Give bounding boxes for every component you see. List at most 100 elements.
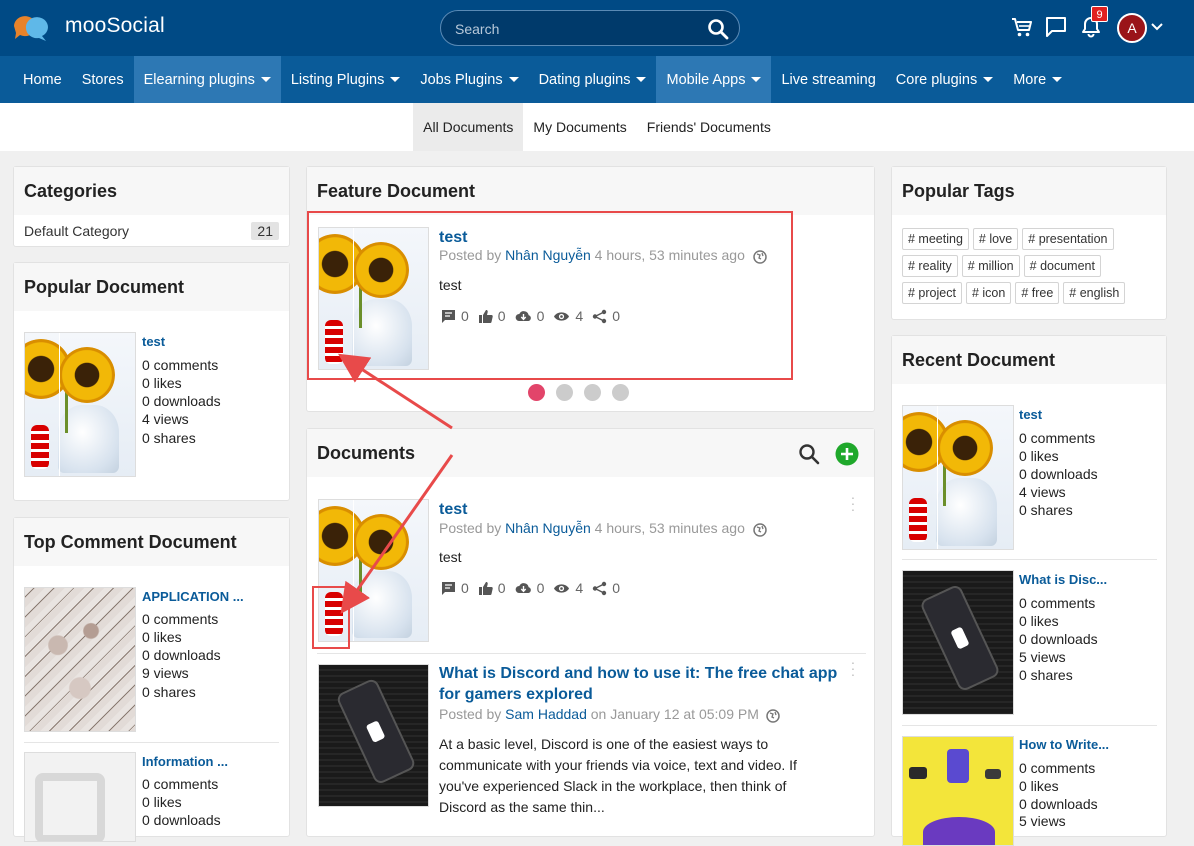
post-time: on January 12 at 05:09 PM (590, 706, 759, 722)
tag-chip[interactable]: # reality (902, 255, 958, 277)
carousel-dot[interactable] (612, 384, 629, 401)
tab-friends-documents[interactable]: Friends' Documents (637, 103, 781, 151)
messages-icon[interactable] (1045, 16, 1067, 38)
nav-label: Core plugins (895, 71, 978, 88)
cloud-download-icon[interactable] (515, 581, 532, 596)
tag-chip[interactable]: # free (1015, 282, 1060, 304)
nav-label: Stores (81, 71, 124, 88)
description-line: Discord as the same thin... (439, 799, 605, 815)
downloads-count: 0 downloads (142, 393, 221, 409)
document-thumbnail[interactable] (902, 570, 1014, 715)
user-avatar[interactable]: A (1117, 13, 1147, 43)
document-thumbnail[interactable] (24, 332, 136, 477)
comments-count: 0 comments (142, 357, 219, 373)
nav-item-core-plugins[interactable]: Core plugins (886, 56, 1003, 103)
panel-title: Top Comment Document (14, 518, 289, 566)
caret-down-icon (1052, 77, 1063, 82)
posted-by-prefix: Posted by (439, 520, 502, 536)
nav-item-home[interactable]: Home (0, 56, 72, 103)
share-icon[interactable] (592, 581, 607, 596)
more-options-icon[interactable]: · · · (850, 655, 856, 681)
nav-item-live-streaming[interactable]: Live streaming (771, 56, 885, 103)
views-count: 4 views (1019, 484, 1066, 500)
author-link[interactable]: Sam Haddad (505, 706, 587, 722)
category-item[interactable]: Default Category 21 (24, 219, 279, 243)
brand-name[interactable]: mooSocial (65, 14, 165, 38)
nav-item-elearning-plugins[interactable]: Elearning plugins (133, 56, 281, 103)
document-link[interactable]: test (1019, 407, 1042, 422)
title-line[interactable]: for gamers explored (439, 684, 839, 705)
caret-down-icon (636, 77, 647, 82)
top-comment-document-panel: Top Comment Document APPLICATION ... 0 c… (13, 517, 290, 842)
search-box[interactable] (440, 10, 740, 46)
document-link[interactable]: Information ... (142, 754, 252, 769)
downloads-count: 0 downloads (1019, 631, 1098, 647)
cart-icon[interactable] (1011, 16, 1033, 38)
comments-count: 0 (461, 580, 469, 596)
thumbs-up-icon[interactable] (478, 581, 493, 596)
panel-title: Categories (14, 167, 289, 215)
document-link[interactable]: test (142, 334, 165, 349)
nav-label: Home (23, 71, 62, 88)
posted-by: Posted by Sam Haddad on January 12 at 05… (439, 706, 759, 722)
tag-chip[interactable]: # icon (965, 282, 1012, 304)
document-thumbnail[interactable] (902, 736, 1014, 846)
downloads-count: 0 downloads (142, 812, 221, 828)
views-count: 5 views (1019, 813, 1066, 829)
document-link[interactable]: What is Disc... (1019, 572, 1107, 587)
tag-chip[interactable]: # meeting (902, 228, 969, 250)
nav-item-listing-plugins[interactable]: Listing Plugins (281, 56, 411, 103)
tag-chip[interactable]: # project (902, 282, 962, 304)
caret-down-icon (751, 77, 762, 82)
comment-icon[interactable] (441, 581, 456, 596)
divider (902, 559, 1157, 560)
nav-item-stores[interactable]: Stores (72, 56, 134, 103)
nav-item-jobs-plugins[interactable]: Jobs Plugins (410, 56, 528, 103)
document-description: At a basic level, Discord is one of the … (439, 734, 839, 818)
document-link[interactable]: How to Write... (1019, 737, 1109, 752)
tag-chip[interactable]: # presentation (1022, 228, 1114, 250)
carousel-dot-active[interactable] (528, 384, 545, 401)
divider (24, 742, 279, 743)
tag-chip[interactable]: # document (1023, 255, 1101, 277)
tag-chip[interactable]: # love (972, 228, 1019, 250)
posted-by-prefix: Posted by (439, 706, 502, 722)
shares-count: 0 (612, 580, 620, 596)
panel-title: Popular Document (14, 263, 289, 311)
document-thumbnail[interactable] (24, 752, 136, 842)
document-link[interactable]: APPLICATION ... (142, 589, 252, 604)
search-icon[interactable] (798, 443, 820, 465)
popular-tags-panel: Popular Tags # meeting # love # presentati… (891, 166, 1167, 320)
add-document-button[interactable] (835, 442, 859, 466)
document-title-link[interactable]: test (439, 499, 467, 520)
document-title-link[interactable]: What is Discord and how to use it: The f… (439, 663, 839, 705)
document-thumbnail[interactable] (318, 664, 429, 807)
tab-all-documents[interactable]: All Documents (413, 103, 524, 151)
chevron-down-icon[interactable] (1151, 22, 1163, 32)
tag-chip[interactable]: # million (961, 255, 1020, 277)
document-thumbnail[interactable] (902, 405, 1014, 550)
nav-item-dating-plugins[interactable]: Dating plugins (529, 56, 657, 103)
carousel-dot[interactable] (584, 384, 601, 401)
tab-my-documents[interactable]: My Documents (523, 103, 636, 151)
nav-item-more[interactable]: More (1003, 56, 1072, 103)
nav-item-mobile-apps[interactable]: Mobile Apps (656, 56, 772, 103)
category-name[interactable]: Default Category (24, 223, 129, 239)
likes-count: 0 likes (1019, 778, 1059, 794)
search-icon[interactable] (707, 18, 729, 40)
recent-document-panel: Recent Document test 0 comments 0 likes … (891, 335, 1167, 846)
document-thumbnail[interactable] (24, 587, 136, 732)
more-options-icon[interactable]: · · · (850, 490, 856, 516)
author-link[interactable]: Nhân Nguyễn (505, 520, 591, 536)
search-input[interactable] (455, 19, 695, 39)
eye-icon (554, 583, 570, 593)
nav-label: Listing Plugins (290, 71, 385, 88)
title-line[interactable]: What is Discord and how to use it: The f… (439, 663, 839, 684)
logo-icon[interactable] (12, 14, 50, 42)
tag-chip[interactable]: # english (1063, 282, 1126, 304)
notification-badge[interactable]: 9 (1091, 6, 1108, 22)
downloads-count: 0 downloads (1019, 466, 1098, 482)
carousel-dot[interactable] (556, 384, 573, 401)
description-line: communicate with your friends via voice,… (439, 757, 797, 773)
post-time: 4 hours, 53 minutes ago (594, 520, 745, 536)
